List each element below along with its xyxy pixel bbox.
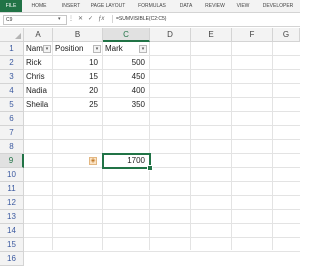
insert-function-icon[interactable]: ƒx — [98, 14, 104, 24]
column-header-f[interactable]: F — [232, 28, 273, 42]
cell-c3[interactable]: 450 — [103, 70, 149, 84]
gridline — [24, 195, 300, 196]
fill-handle[interactable] — [147, 165, 153, 171]
tab-insert[interactable]: INSERT — [59, 0, 83, 12]
tab-developer[interactable]: DEVELOPER — [258, 0, 298, 12]
formula-input[interactable]: =SUMVISIBLE(C2:C5) — [112, 15, 302, 23]
filter-dropdown-icon[interactable]: ▾ — [93, 45, 101, 53]
filter-dropdown-icon[interactable]: ▾ — [139, 45, 147, 53]
tab-home[interactable]: HOME — [29, 0, 49, 12]
gridline — [24, 209, 300, 210]
gridline — [24, 167, 300, 168]
column-header-c[interactable]: C — [103, 28, 150, 42]
cell-c2[interactable]: 500 — [103, 56, 149, 70]
cell-a5[interactable]: Sheila — [24, 98, 52, 112]
ribbon-tabs: FILE HOME INSERT PAGE LAYOUT FORMULAS DA… — [0, 0, 300, 13]
gridline — [24, 153, 300, 154]
tab-data[interactable]: DATA — [176, 0, 196, 12]
cell-b4[interactable]: 20 — [53, 84, 102, 98]
cell-b5[interactable]: 25 — [53, 98, 102, 112]
row-header-5[interactable]: 5 — [0, 98, 24, 112]
row-header-12[interactable]: 12 — [0, 196, 24, 210]
cell-c4[interactable]: 400 — [103, 84, 149, 98]
row-header-4[interactable]: 4 — [0, 84, 24, 98]
tab-review[interactable]: REVIEW — [202, 0, 228, 12]
gridline — [24, 139, 300, 140]
column-header-g[interactable]: G — [273, 28, 300, 42]
row-header-16[interactable]: 16 — [0, 252, 24, 266]
row-header-8[interactable]: 8 — [0, 140, 24, 154]
cell-c5[interactable]: 350 — [103, 98, 149, 112]
gridline — [24, 181, 300, 182]
more-icon[interactable]: ⋮ — [68, 14, 74, 24]
cell-a3[interactable]: Chris — [24, 70, 52, 84]
cell-a2[interactable]: Rick — [24, 56, 52, 70]
column-header-a[interactable]: A — [24, 28, 53, 42]
row-header-9[interactable]: 9 — [0, 154, 24, 168]
chevron-down-icon[interactable]: ▾ — [58, 15, 61, 23]
gridline — [149, 42, 150, 250]
paste-options-icon[interactable]: ◈ — [89, 157, 97, 165]
row-header-6[interactable]: 6 — [0, 112, 24, 126]
filter-dropdown-icon[interactable]: ▾ — [43, 45, 51, 53]
cancel-icon[interactable]: ✕ — [78, 14, 83, 24]
formula-bar: C9 ▾ ⋮ ✕ ✓ ƒx =SUMVISIBLE(C2:C5) — [0, 13, 300, 27]
row-header-1[interactable]: 1 — [0, 42, 24, 56]
gridline — [231, 42, 232, 250]
gridline — [190, 42, 191, 250]
enter-icon[interactable]: ✓ — [88, 14, 93, 24]
gridline — [24, 125, 300, 126]
row-header-14[interactable]: 14 — [0, 224, 24, 238]
row-header-2[interactable]: 2 — [0, 56, 24, 70]
worksheet-grid: A B C D E F G 1 2 3 4 5 6 7 8 9 10 11 12… — [0, 28, 300, 266]
cell-b2[interactable]: 10 — [53, 56, 102, 70]
active-cell-selection — [102, 153, 151, 169]
column-header-d[interactable]: D — [150, 28, 191, 42]
tab-page-layout[interactable]: PAGE LAYOUT — [89, 0, 127, 12]
tab-view[interactable]: VIEW — [234, 0, 252, 12]
tab-formulas[interactable]: FORMULAS — [136, 0, 168, 12]
row-header-10[interactable]: 10 — [0, 168, 24, 182]
row-header-3[interactable]: 3 — [0, 70, 24, 84]
gridline — [272, 42, 273, 250]
row-header-11[interactable]: 11 — [0, 182, 24, 196]
gridline — [24, 223, 300, 224]
cell-a4[interactable]: Nadia — [24, 84, 52, 98]
column-header-b[interactable]: B — [53, 28, 103, 42]
gridline — [24, 237, 300, 238]
row-header-7[interactable]: 7 — [0, 126, 24, 140]
select-all-corner[interactable] — [0, 28, 24, 42]
cell-b3[interactable]: 15 — [53, 70, 102, 84]
tab-file[interactable]: FILE — [0, 0, 22, 12]
column-header-e[interactable]: E — [191, 28, 232, 42]
row-header-13[interactable]: 13 — [0, 210, 24, 224]
gridline — [24, 251, 300, 252]
